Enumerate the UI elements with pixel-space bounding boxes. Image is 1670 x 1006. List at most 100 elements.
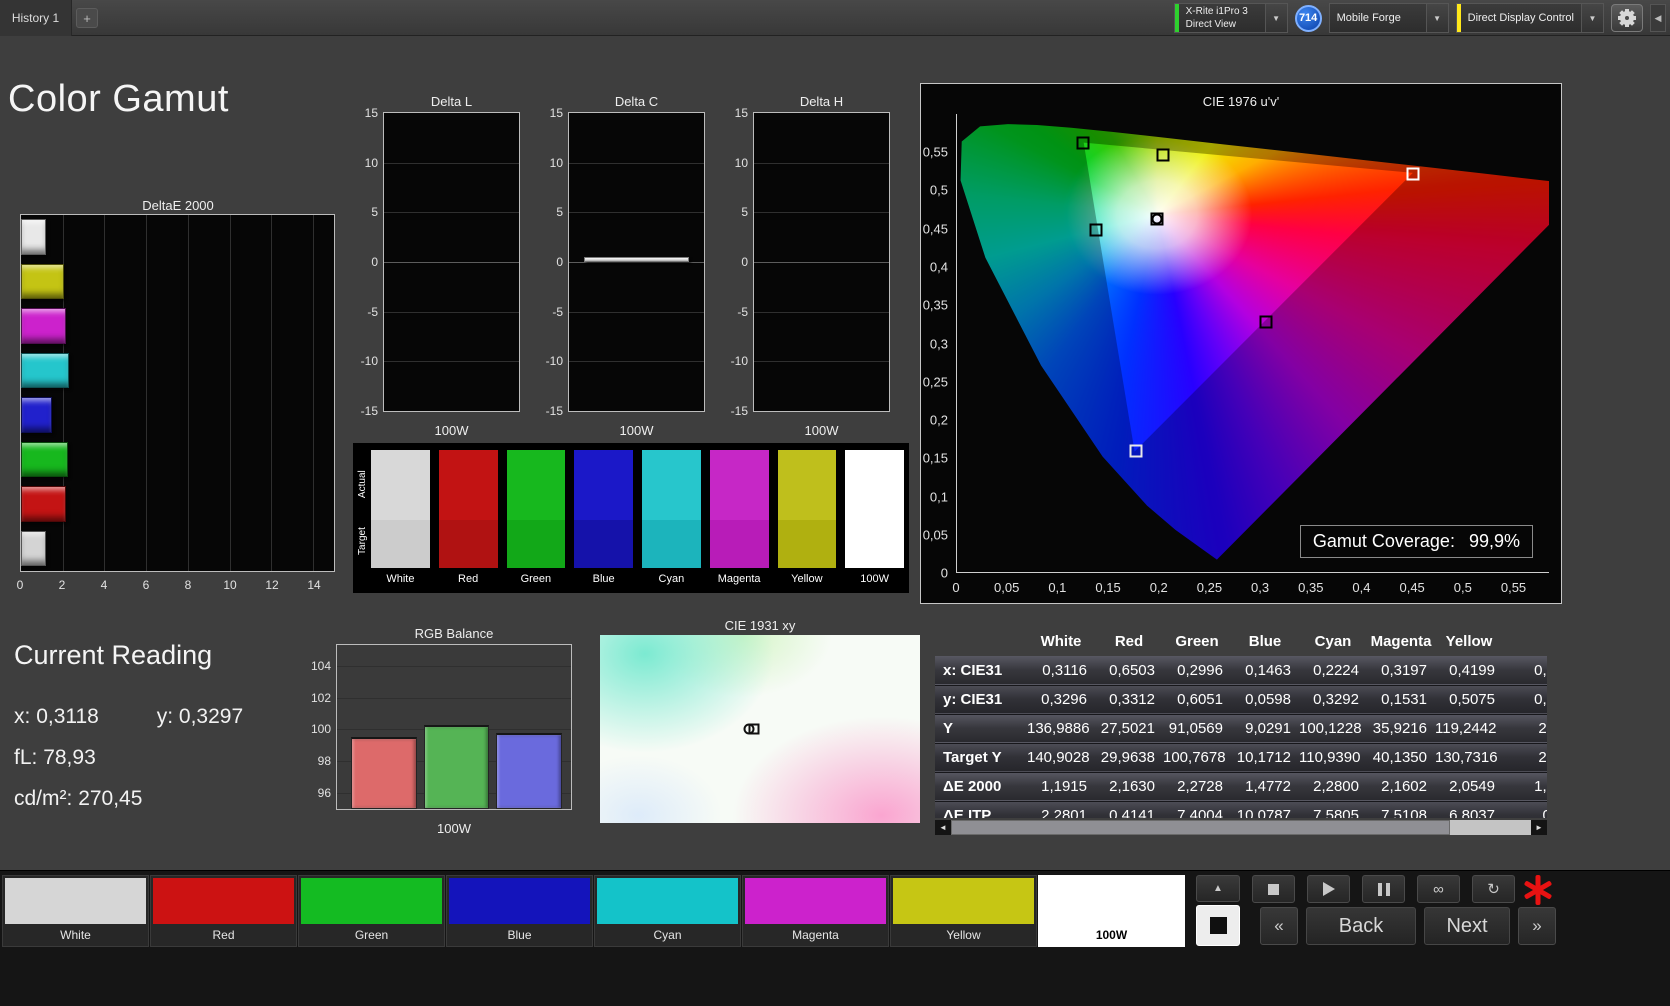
current-reading: Current Reading x: 0,3118 y: 0,3297 fL: … xyxy=(14,640,243,828)
results-value-partial: 0,3 xyxy=(1534,691,1547,708)
play-button[interactable] xyxy=(1307,875,1350,903)
display-control-selector[interactable]: Direct Display Control ▼ xyxy=(1455,3,1604,33)
results-value: 2,2800 xyxy=(1313,778,1359,795)
results-value: 110,9390 xyxy=(1299,749,1361,766)
cie1931-white-point-marker xyxy=(743,723,760,735)
rgb-balance-title: RGB Balance xyxy=(414,626,494,641)
delta-gridline xyxy=(384,262,519,263)
meter-selector[interactable]: X-Rite i1Pro 3 Direct View ▼ xyxy=(1173,3,1288,33)
cie1931-title: CIE 1931 xy xyxy=(724,618,796,633)
deltae-xaxis: 0 2 4 6 8 10 12 14 xyxy=(17,578,335,594)
next-chevron-button[interactable]: » xyxy=(1518,907,1556,945)
cie1976-ytick-label: 0,5 xyxy=(929,182,948,198)
swatch-columns: White Red Green Blue Cyan Magenta Yellow 100W xyxy=(371,450,904,590)
delta-gridline xyxy=(569,361,704,363)
results-value: 0,3312 xyxy=(1109,691,1155,708)
results-value: 0,2224 xyxy=(1313,661,1359,679)
delta-ytick-label: -10 xyxy=(730,354,748,369)
results-value: 2,0549 xyxy=(1449,778,1495,795)
scroll-left-button[interactable]: ◄ xyxy=(935,820,951,835)
pattern-swatch xyxy=(301,878,442,924)
delta-ytick-label: 15 xyxy=(364,106,378,120)
results-value: 0,3292 xyxy=(1313,691,1359,708)
delta-ytick-label: 15 xyxy=(734,106,748,120)
alert-asterisk-icon[interactable] xyxy=(1521,873,1555,907)
reading-cdm2-label: cd/m²: xyxy=(14,787,73,810)
meter-selector-text: X-Rite i1Pro 3 Direct View xyxy=(1179,4,1265,32)
results-value-partial: 27 xyxy=(1538,749,1547,766)
next-button[interactable]: Next xyxy=(1424,907,1510,945)
pattern-swatch xyxy=(745,878,886,924)
add-tab-button[interactable]: + xyxy=(76,8,98,28)
swatch-label: Blue xyxy=(592,573,615,585)
delta-gridline xyxy=(384,212,519,214)
meter-name: X-Rite i1Pro 3 xyxy=(1185,6,1248,17)
display-dropdown-icon[interactable]: ▼ xyxy=(1581,4,1603,32)
refresh-button[interactable]: ↻ xyxy=(1472,875,1515,903)
pattern-button-100w[interactable]: 100W xyxy=(1038,875,1185,947)
delta-ytick-label: -5 xyxy=(367,304,378,319)
pattern-button-cyan[interactable]: Cyan xyxy=(594,875,741,947)
results-value: 0,2996 xyxy=(1177,661,1223,679)
cie1931-plot xyxy=(600,635,920,823)
results-value: 0,3296 xyxy=(1041,691,1087,708)
pattern-window-button[interactable] xyxy=(1196,905,1240,946)
deltae-bar-row xyxy=(21,304,334,349)
meter-count-badge: 714 xyxy=(1294,4,1322,32)
gear-icon xyxy=(1618,9,1636,27)
deltae-bar-white xyxy=(21,219,46,255)
cie1976-xtick-label: 0,5 xyxy=(1453,580,1472,595)
pattern-button-red[interactable]: Red xyxy=(150,875,297,947)
pattern-button-blue[interactable]: Blue xyxy=(446,875,593,947)
settings-button[interactable] xyxy=(1611,4,1643,32)
reading-fl-label: fL: xyxy=(14,746,38,769)
pattern-label: Cyan xyxy=(653,928,682,942)
pattern-button-magenta[interactable]: Magenta xyxy=(742,875,889,947)
delta-gridline xyxy=(569,162,704,164)
cie1976-xtick-label: 0,3 xyxy=(1251,580,1270,595)
results-value: 91,0569 xyxy=(1168,720,1223,737)
workflow-dropdown-icon[interactable]: ▼ xyxy=(1425,4,1448,32)
history-tab[interactable]: History 1 xyxy=(0,0,72,36)
scroll-right-button[interactable]: ► xyxy=(1531,820,1547,835)
delta-chart-plot: 15 10 5 0 -5 -10 -15 xyxy=(546,106,705,418)
results-value: 10,1712 xyxy=(1236,749,1291,766)
pattern-button-white[interactable]: White xyxy=(2,875,149,947)
workflow-name: Mobile Forge xyxy=(1336,11,1401,24)
deltae-bar-row xyxy=(21,527,334,572)
scrollbar-thumb[interactable] xyxy=(951,820,1450,835)
swatch-target xyxy=(506,520,566,568)
swatch-target xyxy=(845,520,904,568)
back-button[interactable]: Back xyxy=(1306,907,1416,945)
delta-ytick-label: -15 xyxy=(730,404,748,418)
transport-controls: ∞ ↻ xyxy=(1252,875,1515,903)
workflow-selector[interactable]: Mobile Forge ▼ xyxy=(1328,3,1449,33)
back-chevron-button[interactable]: « xyxy=(1260,907,1298,945)
swatch-actual xyxy=(845,450,904,520)
pattern-button-green[interactable]: Green xyxy=(298,875,445,947)
results-value: 130,7316 xyxy=(1435,749,1498,766)
deltae-bar-magenta xyxy=(21,308,67,344)
cie1976-ytick-label: 0,05 xyxy=(922,527,948,543)
stop-button[interactable] xyxy=(1252,875,1295,903)
delta-ytick-label: 0 xyxy=(741,255,748,269)
pattern-up-button[interactable]: ▲ xyxy=(1196,875,1240,902)
pattern-label: 100W xyxy=(1095,928,1128,942)
pattern-swatch xyxy=(597,878,738,924)
table-scrollbar[interactable]: ◄ ► xyxy=(935,820,1547,835)
rgb-ytick-label: 96 xyxy=(317,786,331,801)
results-value-partial: 27 xyxy=(1538,720,1547,737)
results-value: 0,3197 xyxy=(1381,661,1427,679)
continuous-read-button[interactable]: ∞ xyxy=(1417,875,1460,903)
rgb-gridline xyxy=(337,697,571,699)
scrollbar-track[interactable] xyxy=(951,820,1531,835)
delta-chart-xlabel: 100W xyxy=(434,423,469,438)
pause-button[interactable] xyxy=(1362,875,1405,903)
delta-gridline xyxy=(384,361,519,363)
pattern-button-yellow[interactable]: Yellow xyxy=(890,875,1037,947)
pattern-label: White xyxy=(60,928,91,942)
cie-marker-blue xyxy=(1129,444,1143,458)
meter-dropdown-icon[interactable]: ▼ xyxy=(1264,4,1287,32)
collapse-panel-button[interactable]: ◀ xyxy=(1650,4,1666,32)
pattern-swatch xyxy=(5,878,146,924)
